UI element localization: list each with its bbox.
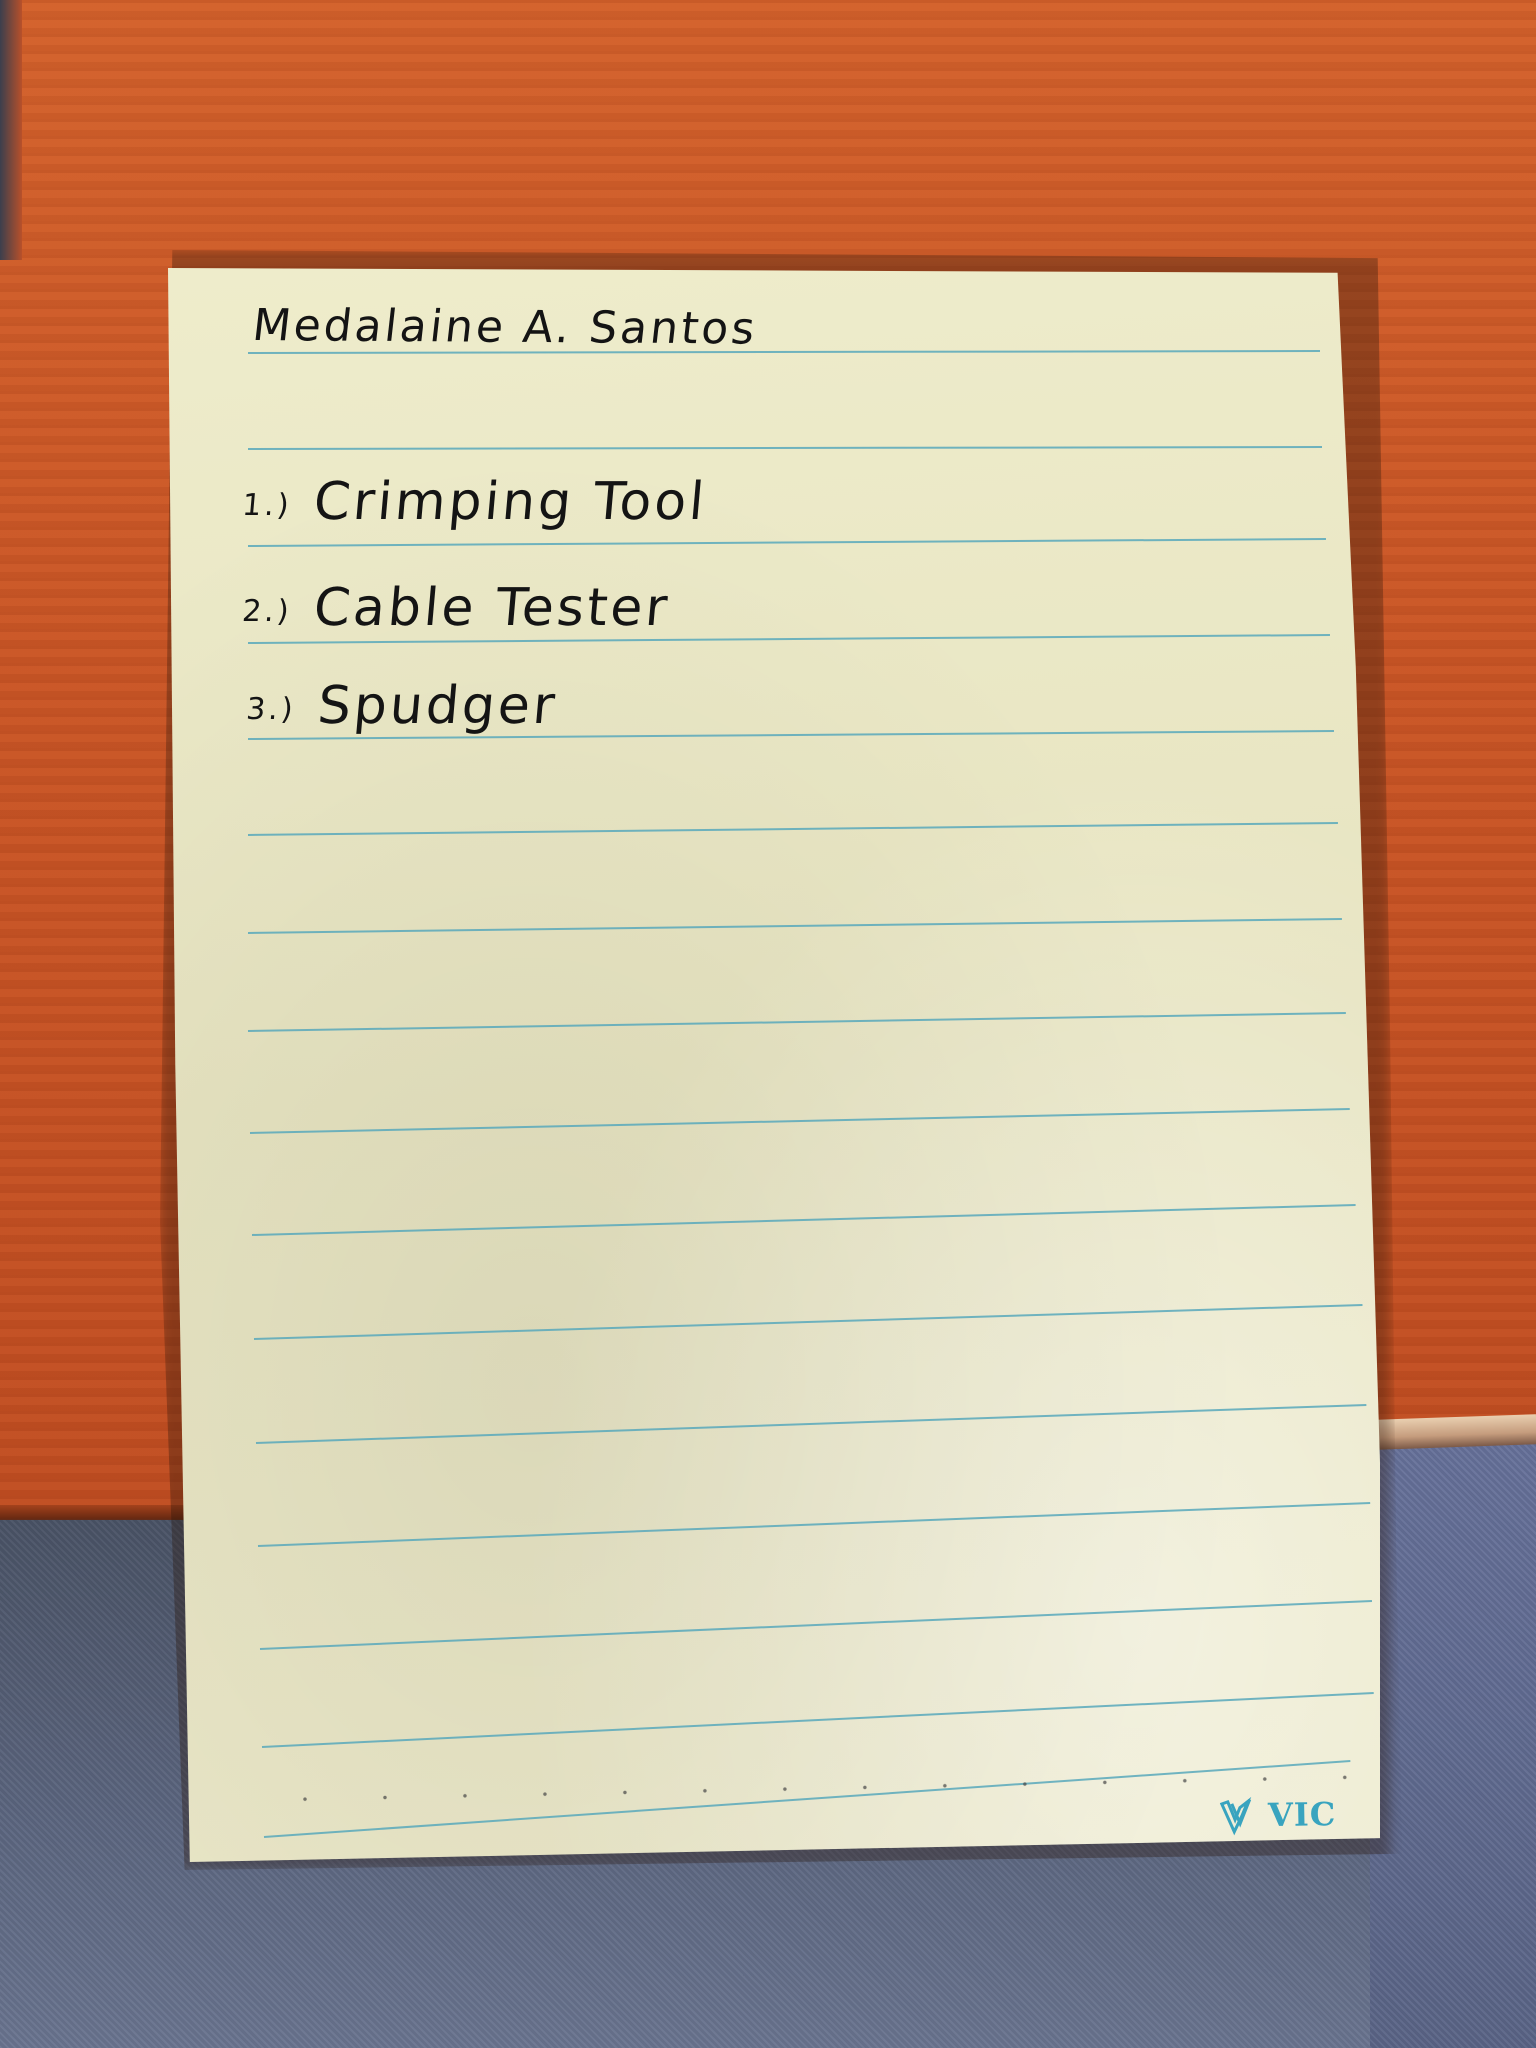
list-item: 2.) Cable Tester: [240, 578, 673, 638]
handwritten-name: Medalaine A. Santos: [250, 300, 761, 355]
desk-edge-right: [1370, 1414, 1536, 1450]
list-item-number: 3.): [244, 691, 298, 727]
list-item-number: 2.): [240, 593, 294, 629]
brand-logo: VIC: [1219, 1794, 1337, 1836]
list-item-number: 1.): [240, 487, 294, 523]
list-item: 3.) Spudger: [244, 676, 560, 736]
denim-fabric-right: [1370, 1440, 1536, 2048]
left-edge: [0, 0, 22, 260]
brand-text: VIC: [1267, 1794, 1337, 1835]
list-item-label: Cable Tester: [311, 578, 673, 638]
list-item-label: Spudger: [315, 676, 560, 736]
list-item: 1.) Crimping Tool: [240, 472, 709, 532]
brand-check-icon: [1219, 1796, 1252, 1836]
list-item-label: Crimping Tool: [311, 472, 710, 532]
